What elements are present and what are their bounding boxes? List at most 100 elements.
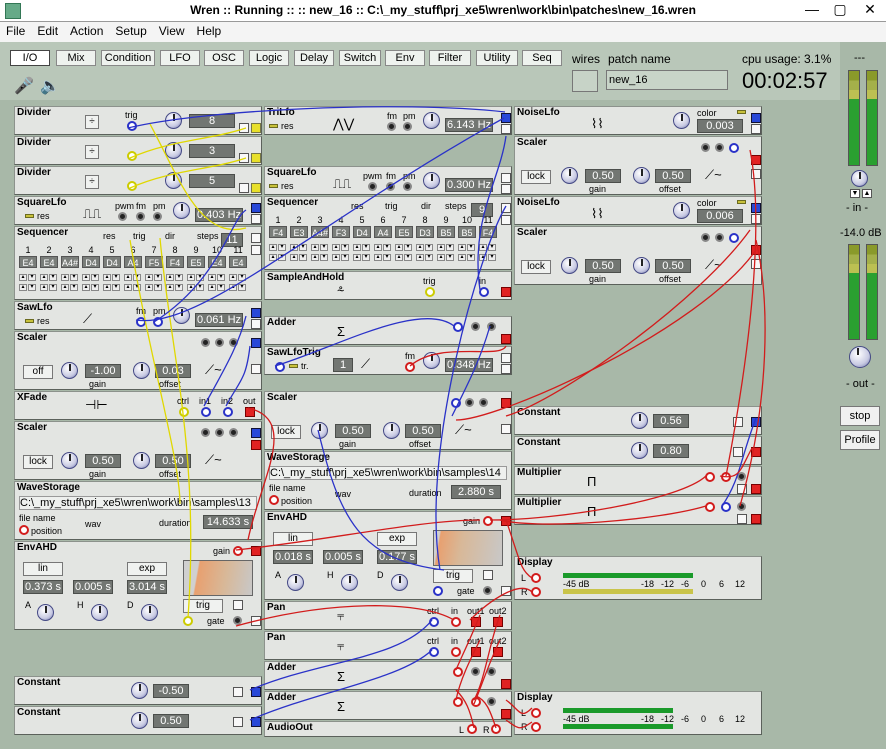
out2-jack[interactable] [501,184,511,194]
step-button[interactable]: ▴ [82,274,90,281]
module-scaler-4[interactable]: Scaler lock 0.50 gain 0.50 offset ⟋~ [514,136,762,195]
rate-knob[interactable] [173,202,190,219]
step-button[interactable]: ▾ [383,244,391,251]
step-button[interactable]: ▴ [479,254,487,261]
in2-jack[interactable] [721,502,731,512]
out-jack[interactable] [251,123,261,133]
step-note[interactable]: F4 [166,256,184,268]
fm-knob[interactable] [136,212,145,221]
out-jack[interactable] [501,113,511,123]
step-button[interactable]: ▴ [374,244,382,251]
out-jack[interactable] [751,417,761,427]
in3-jack[interactable] [487,667,496,676]
tab-osc[interactable]: OSC [204,50,244,66]
rate-knob[interactable] [423,352,440,369]
decay-mode-button[interactable]: exp [377,532,417,546]
tab-condition[interactable]: Condition [101,50,155,66]
tab-mix[interactable]: Mix [56,50,96,66]
step-button[interactable]: ▾ [154,274,162,281]
l-jack[interactable] [531,708,541,718]
step-button[interactable]: ▾ [175,274,183,281]
tab-lfo[interactable]: LFO [160,50,200,66]
patch-name-field[interactable]: new_16 [606,70,728,90]
out2-jack[interactable] [751,124,761,134]
gate-out-jack[interactable] [251,616,261,626]
step-button[interactable]: ▴ [40,274,48,281]
step-button[interactable]: ▾ [175,284,183,291]
in1-jack[interactable] [453,667,463,677]
menu-action[interactable]: Action [64,22,109,38]
step-note[interactable]: F4 [269,226,287,238]
step-button[interactable]: ▴ [311,254,319,261]
step-button[interactable]: ▴ [19,284,27,291]
step-button[interactable]: ▾ [49,284,57,291]
pwm-knob[interactable] [118,212,127,221]
in-jack[interactable] [251,440,261,450]
step-button[interactable]: ▾ [196,274,204,281]
out2-jack[interactable] [751,214,761,224]
module-xfade[interactable]: XFade ⊣⊢ ctrl in1 in2 out [14,391,262,420]
module-audioout[interactable]: AudioOut L R [264,721,512,737]
output-level-knob[interactable] [849,346,871,368]
mode-box[interactable] [233,687,243,697]
value-knob[interactable] [131,712,148,729]
gain-knob[interactable] [61,362,78,379]
l-jack[interactable] [531,573,541,583]
step-button[interactable]: ▾ [404,244,412,251]
gate-jack[interactable] [183,616,193,626]
module-sequencer-1[interactable]: Sequencer res trig dir steps 11 1 E4 ▴ ▾ ▴ ▾ 2… [14,226,262,300]
out-jack[interactable] [501,398,511,408]
fm-knob[interactable] [387,122,396,131]
hold-knob[interactable] [341,574,358,591]
step-button[interactable]: ▾ [91,274,99,281]
switch[interactable] [701,143,710,152]
switch[interactable] [465,398,474,407]
gain-knob[interactable] [561,257,578,274]
step-button[interactable]: ▴ [208,284,216,291]
in-jack[interactable] [451,398,461,408]
menu-setup[interactable]: Setup [109,22,152,38]
mode-box[interactable] [233,717,243,727]
switch[interactable] [201,338,210,347]
step-button[interactable]: ▾ [278,244,286,251]
offset-knob[interactable] [133,452,150,469]
step-note[interactable]: B5 [458,226,476,238]
tab-delay[interactable]: Delay [294,50,334,66]
gain-knob[interactable] [561,167,578,184]
tab-env[interactable]: Env [385,50,425,66]
trig-button[interactable]: trig [183,599,223,613]
out-jack[interactable] [251,687,261,697]
step-note[interactable]: E4 [19,256,37,268]
trig-jack[interactable] [127,121,137,131]
step-button[interactable]: ▴ [416,244,424,251]
module-wavestorage-2[interactable]: WaveStorage C:\_my_stuff\prj_xe5\wren\wo… [264,451,512,510]
in-jack[interactable] [251,364,261,374]
step-button[interactable]: ▾ [91,284,99,291]
step-button[interactable]: ▴ [374,254,382,261]
step-button[interactable]: ▾ [238,274,246,281]
in3-jack[interactable] [487,322,496,331]
stop-button[interactable]: stop [840,406,880,426]
module-adder-1[interactable]: Adder Σ [264,316,512,345]
patch-canvas[interactable]: Divider ÷ trig 8 Divider ÷ 3 Divider ÷ 5… [0,100,840,749]
mode-button[interactable]: lock [23,455,53,469]
module-scaler-2[interactable]: Scaler lock 0.50 gain 0.50 offset ⟋~ [14,421,262,480]
out1-jack[interactable] [471,617,481,627]
out-jack[interactable] [501,287,511,297]
module-adder-2[interactable]: Adder Σ [264,661,512,690]
step-button[interactable]: ▾ [383,254,391,261]
in-jack[interactable] [729,233,739,243]
fm-jack[interactable] [136,317,146,327]
out-jack[interactable] [501,334,511,344]
mode-button[interactable]: lock [521,260,551,274]
step-button[interactable]: ▴ [437,244,445,251]
mode-button[interactable]: ÷ [85,175,99,189]
step-button[interactable]: ▴ [103,274,111,281]
tab-logic[interactable]: Logic [249,50,289,66]
in1-jack[interactable] [705,502,715,512]
menu-help[interactable]: Help [191,22,228,38]
in2-jack[interactable] [721,472,731,482]
r-jack[interactable] [531,722,541,732]
ctrl-jack[interactable] [429,617,439,627]
decay-mode-button[interactable]: exp [127,562,167,576]
